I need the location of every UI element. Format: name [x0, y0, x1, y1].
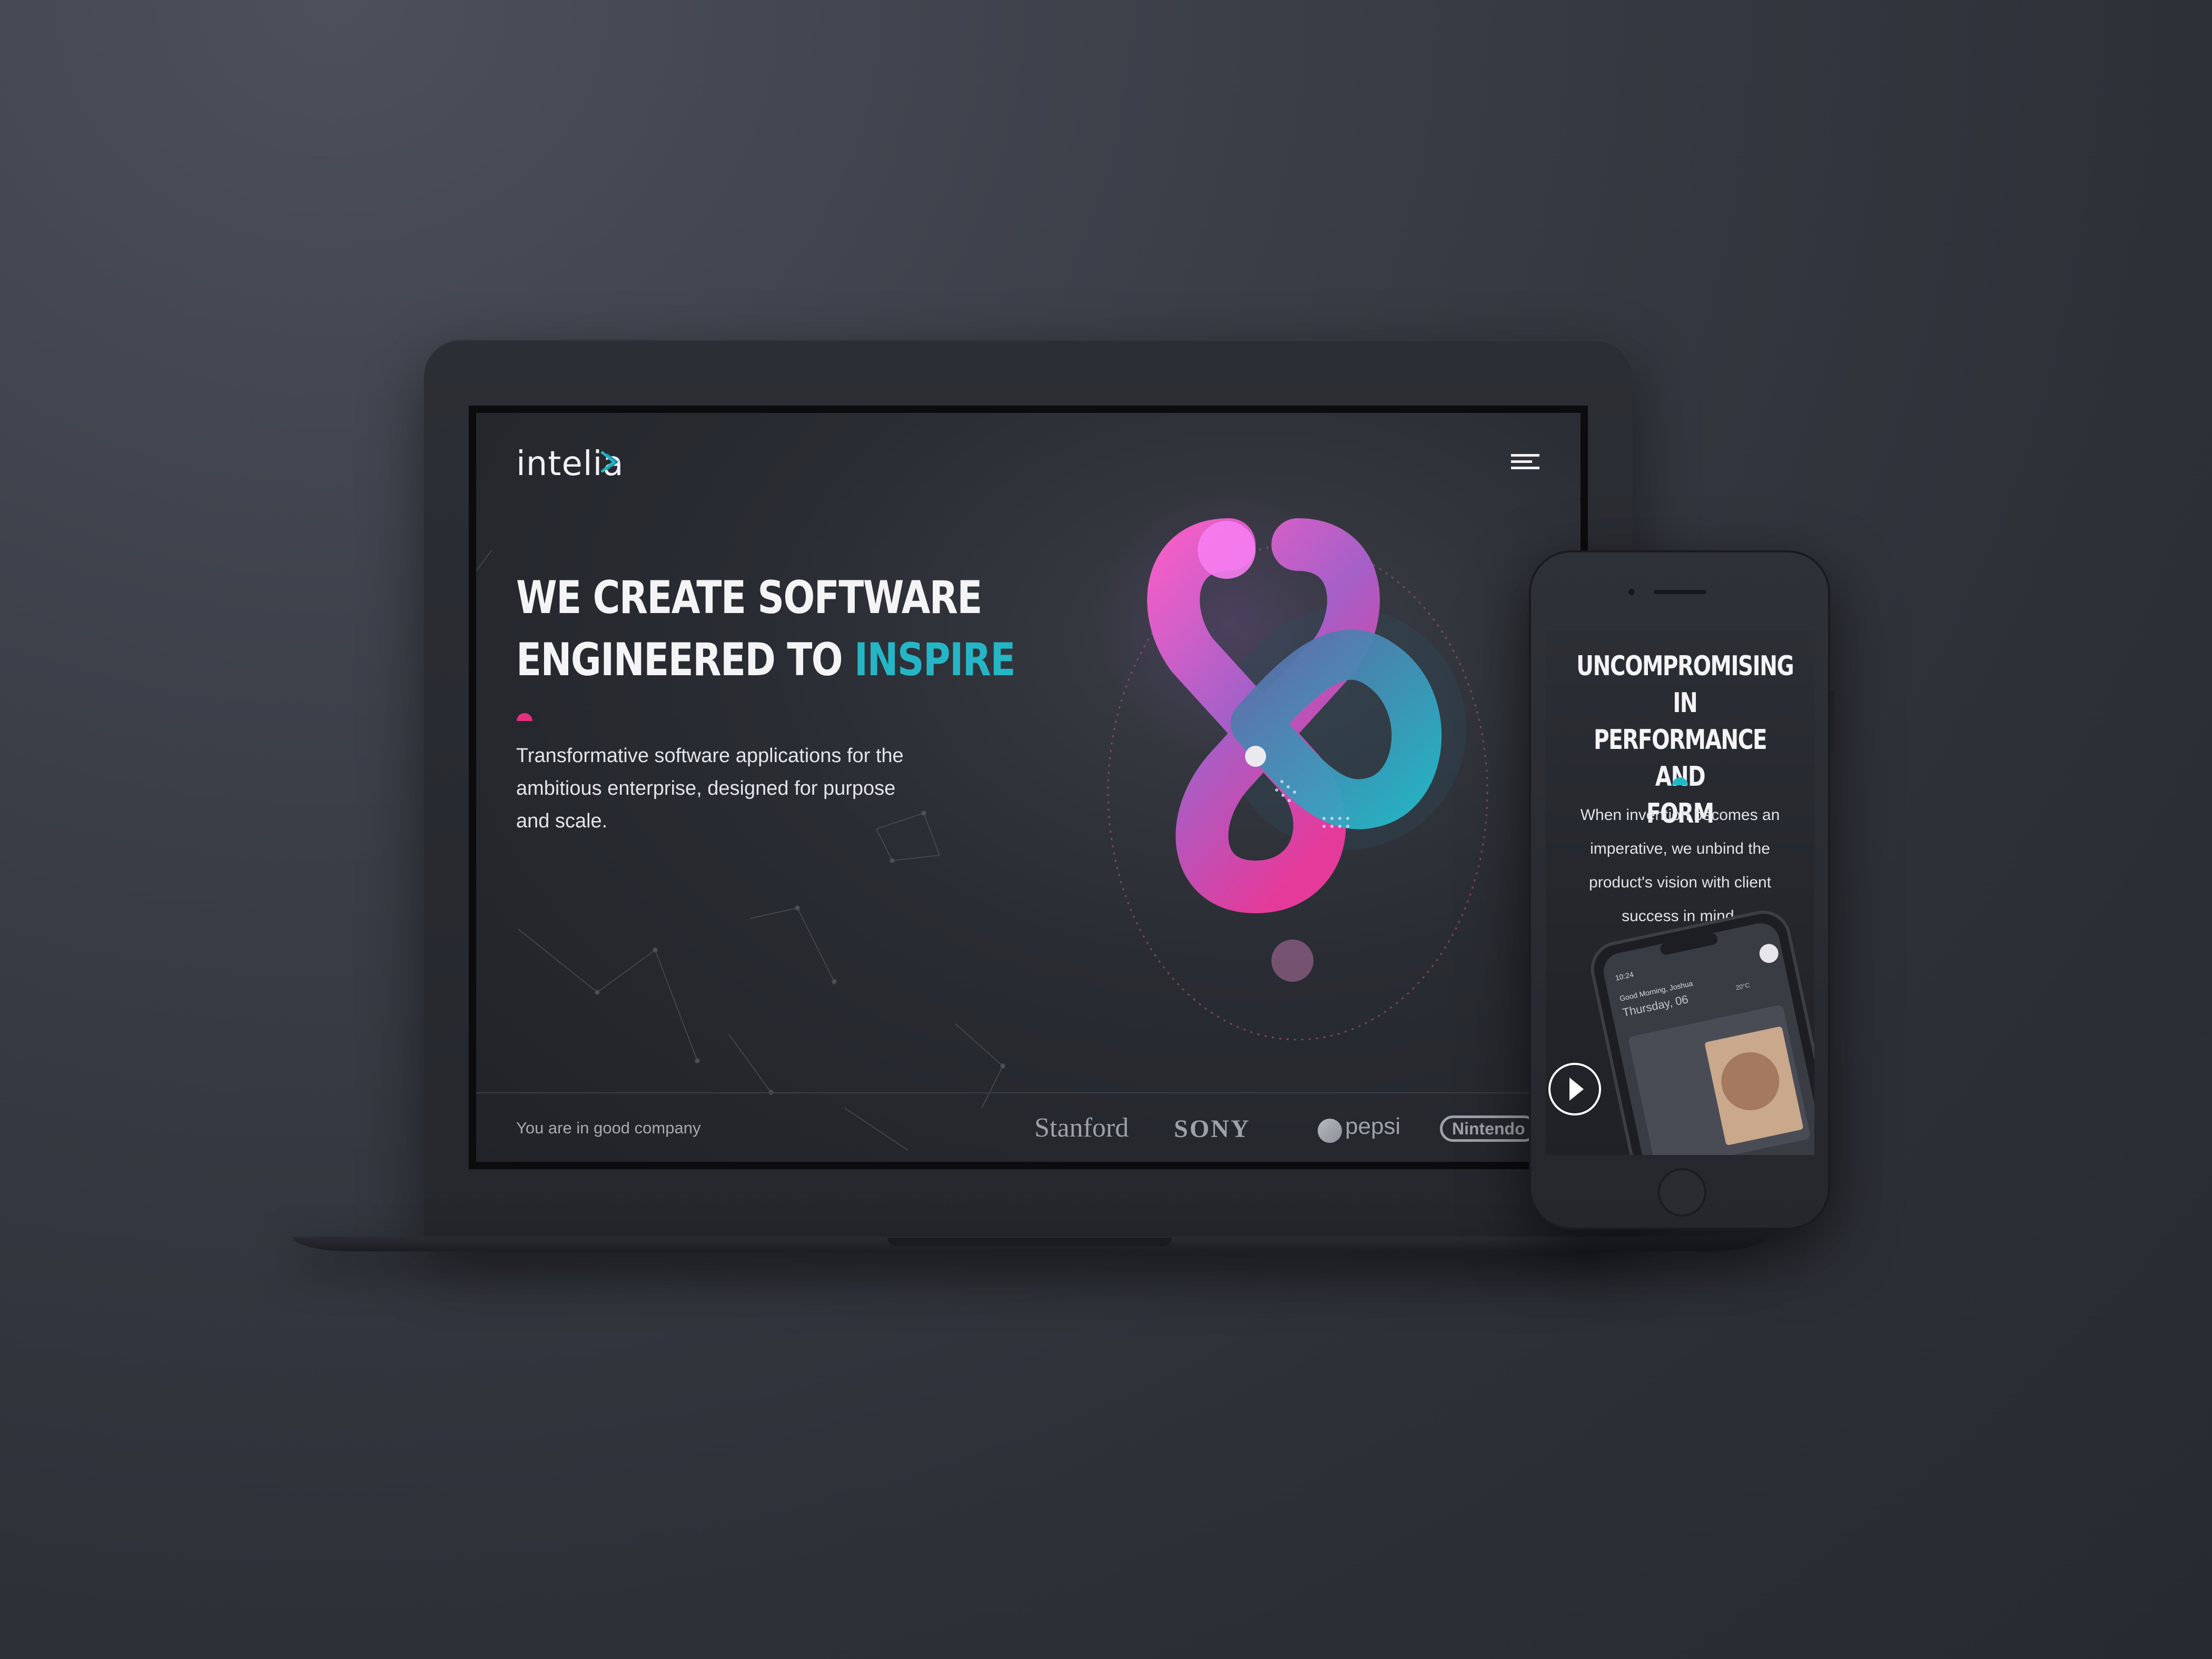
phone-speaker [1654, 590, 1706, 594]
phone-home-button[interactable] [1658, 1168, 1706, 1217]
desktop-website: intelia WE CREATE SOFTWARE ENGINEERED TO… [476, 413, 1581, 1162]
footer-tagline: You are in good company [516, 1119, 701, 1137]
brand-logo-pepsi: pepsi [1345, 1113, 1401, 1139]
mobile-title-line1: UNCOMPROMISING IN [1576, 650, 1794, 719]
hero-title-prefix: ENGINEERED TO [516, 634, 854, 686]
logo-chevron-icon [600, 451, 619, 473]
laptop-screen: intelia WE CREATE SOFTWARE ENGINEERED TO… [469, 406, 1588, 1169]
hero-title: WE CREATE SOFTWARE ENGINEERED TO INSPIRE [516, 567, 1016, 691]
footer-divider [476, 1092, 1581, 1093]
hero-title-line2: ENGINEERED TO INSPIRE [516, 629, 1016, 691]
phone-side-button [1830, 690, 1834, 753]
hero-title-line1: WE CREATE SOFTWARE [516, 571, 982, 624]
hero-title-accent: INSPIRE [854, 634, 1016, 686]
laptop-notch [887, 1238, 1172, 1246]
brand-logo-stanford: Stanford [1034, 1113, 1129, 1143]
phone-camera [1628, 589, 1635, 595]
infinity-knot-illustration [1098, 487, 1488, 1041]
mobile-website: UNCOMPROMISING IN PERFORMANCE AND FORM W… [1546, 631, 1814, 1155]
hamburger-menu-icon[interactable] [1511, 454, 1539, 475]
app-preview-device: 10:24 Good Morning, Joshua Thursday, 06 … [1548, 910, 1814, 1155]
brand-logo-nintendo: Nintendo [1440, 1115, 1537, 1142]
pepsi-globe-icon [1318, 1119, 1342, 1143]
hero-subtitle: Transformative software applications for… [516, 745, 904, 832]
brand-logo-sony: SONY [1174, 1115, 1251, 1143]
